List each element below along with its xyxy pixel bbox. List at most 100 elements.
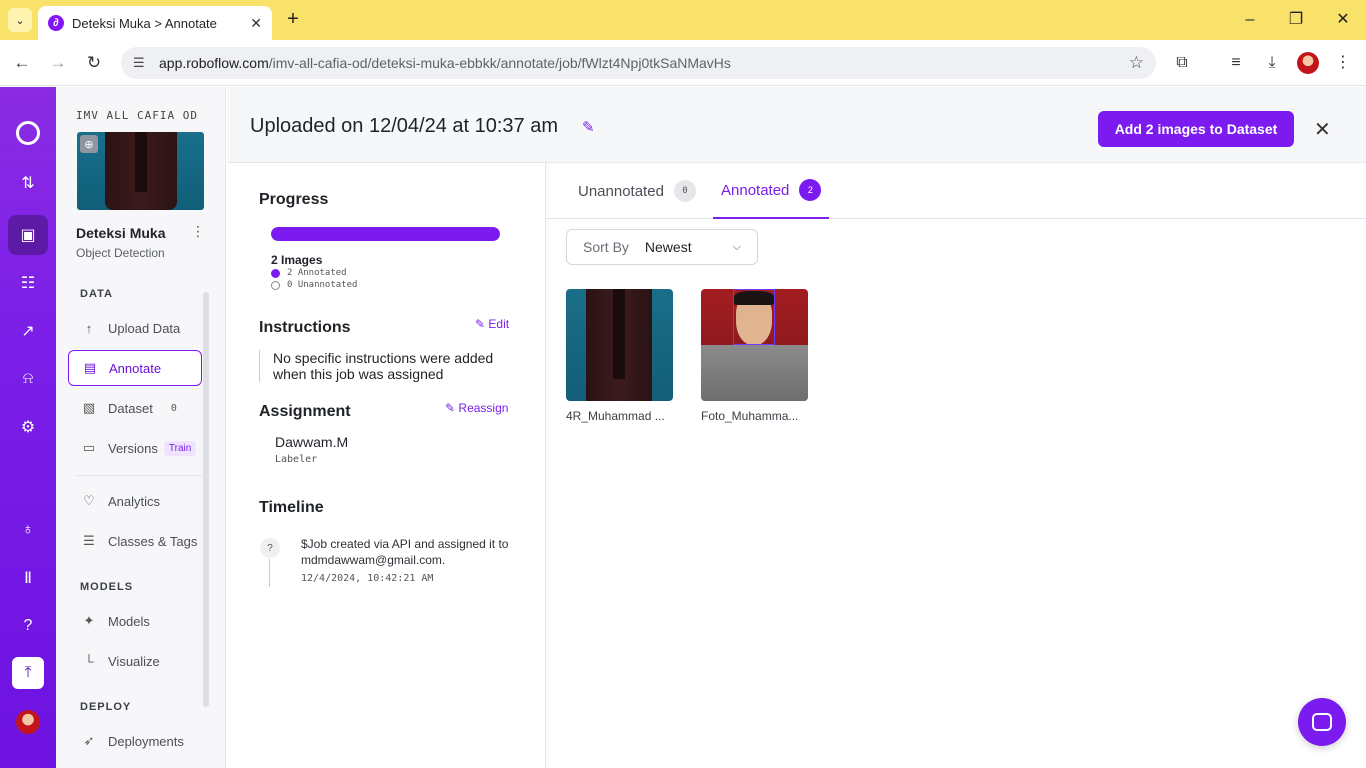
- browser-profile-avatar[interactable]: [1297, 52, 1319, 74]
- analytics-chart-icon[interactable]: ↗: [8, 311, 48, 351]
- site-settings-icon[interactable]: ☰: [133, 55, 151, 71]
- annotated-count-badge: 2: [799, 179, 822, 201]
- library-books-icon[interactable]: Ⅱ: [8, 558, 48, 598]
- download-icon[interactable]: ⤓: [1260, 51, 1284, 75]
- chevron-down-icon: ⌵: [732, 240, 741, 253]
- sidebar-item-label: Dataset: [108, 400, 153, 416]
- sidebar-item-models[interactable]: ✦ Models: [68, 603, 202, 639]
- sidebar-item-annotate[interactable]: ▤ Annotate: [68, 350, 202, 386]
- forward-icon[interactable]: →: [46, 51, 70, 75]
- image-thumbnail[interactable]: [566, 289, 673, 401]
- sidebar-item-classes-tags[interactable]: ☰ Classes & Tags: [68, 523, 202, 559]
- workflows-icon[interactable]: ☷: [8, 263, 48, 303]
- tab-close-icon[interactable]: ✕: [250, 15, 262, 32]
- project-menu-icon[interactable]: ⋮: [191, 223, 205, 240]
- transfer-icon[interactable]: ⇅: [8, 163, 48, 203]
- image-filename: Foto_Muhamma...: [701, 409, 799, 423]
- project-thumbnail[interactable]: ⊕: [77, 132, 204, 210]
- window-close-icon[interactable]: ✕: [1331, 8, 1355, 32]
- upload-icon[interactable]: ⤒: [12, 657, 44, 689]
- tab-annotated[interactable]: Annotated 2: [713, 163, 830, 219]
- instructions-text: No specific instructions were added when…: [259, 350, 509, 382]
- unannotated-legend: 0 Unannotated: [271, 280, 357, 290]
- roboflow-logo-icon[interactable]: [8, 113, 48, 153]
- browser-toolbar: ← → ↻ ☰ app.roboflow.com/imv-all-cafia-o…: [0, 40, 1366, 86]
- address-bar[interactable]: ☰ app.roboflow.com/imv-all-cafia-od/dete…: [121, 47, 1156, 79]
- sidebar-item-analytics[interactable]: ♡ Analytics: [68, 483, 202, 519]
- unannotated-dot-icon: [271, 280, 280, 290]
- edit-title-icon[interactable]: ✎: [582, 118, 595, 136]
- roboflow-favicon-icon: ∂: [48, 15, 64, 31]
- bookmark-star-icon[interactable]: ☆: [1129, 53, 1144, 73]
- project-title: Deteksi Muka: [76, 225, 166, 241]
- chat-bubble-icon: [1312, 713, 1332, 731]
- sidebar-item-label: Deployments: [108, 733, 184, 749]
- app-rail: ⇅ ▣ ☷ ↗ ⍾ ⚙ ♁ Ⅱ ? ⤒: [0, 87, 56, 768]
- image-icon: ▧: [82, 400, 96, 415]
- sidebar-item-label: Versions: [108, 440, 158, 456]
- browser-menu-icon[interactable]: ⋮: [1331, 51, 1355, 75]
- add-images-to-dataset-button[interactable]: Add 2 images to Dataset: [1098, 111, 1294, 147]
- sidebar-item-upload-data[interactable]: ↑ Upload Data: [68, 310, 202, 346]
- unannotated-legend-label: 0 Unannotated: [287, 280, 358, 290]
- sort-by-value: Newest: [644, 239, 692, 255]
- reassign-link[interactable]: ✎ Reassign: [445, 401, 508, 415]
- workspace-name: IMV ALL CAFIA OD: [76, 109, 198, 122]
- user-avatar[interactable]: [16, 710, 40, 734]
- timeline-heading: Timeline: [259, 499, 324, 516]
- close-icon[interactable]: ✕: [1314, 117, 1331, 142]
- universe-icon[interactable]: ♁: [8, 510, 48, 550]
- tab-unannotated[interactable]: Unannotated 0: [578, 163, 696, 219]
- project-type: Object Detection: [76, 246, 165, 260]
- help-icon[interactable]: ?: [8, 606, 48, 646]
- heart-pulse-icon: ♡: [83, 493, 95, 508]
- reassign-label: Reassign: [458, 401, 509, 415]
- versions-icon: ▭: [82, 440, 96, 455]
- minimize-icon[interactable]: –: [1238, 8, 1262, 32]
- notifications-bell-icon[interactable]: ⍾: [8, 359, 48, 399]
- reload-icon[interactable]: ↻: [82, 51, 106, 75]
- sidebar-item-visualize[interactable]: └ Visualize: [68, 643, 202, 679]
- media-controls-icon[interactable]: ≡: [1224, 51, 1248, 75]
- annotated-dot-icon: [271, 268, 280, 278]
- timeline-line: [269, 559, 270, 587]
- sidebar-item-label: Upload Data: [108, 320, 181, 336]
- new-tab-icon[interactable]: +: [283, 8, 303, 32]
- tab-search-chevron-icon[interactable]: ⌄: [8, 8, 32, 32]
- image-thumbnail[interactable]: [701, 289, 808, 401]
- progress-heading: Progress: [259, 191, 329, 208]
- progress-bar-fill: [271, 227, 500, 241]
- sidebar-scrollbar[interactable]: [203, 292, 209, 707]
- sidebar-item-dataset[interactable]: ▧ Dataset 0: [68, 390, 202, 426]
- page-title: Uploaded on 12/04/24 at 10:37 am: [250, 115, 559, 137]
- settings-gear-icon[interactable]: ⚙: [8, 407, 48, 447]
- image-filename: 4R_Muhammad ...: [566, 409, 665, 423]
- image-card[interactable]: Foto_Muhamma...: [701, 289, 808, 423]
- upload-arrow-icon: ↑: [85, 320, 93, 336]
- annotated-legend: 2 Annotated: [271, 268, 347, 278]
- browser-tab-bar: ⌄ ∂ Deteksi Muka > Annotate ✕ + – ❐ ✕: [0, 0, 1366, 40]
- images-total: 2 Images: [271, 253, 323, 267]
- back-icon[interactable]: ←: [10, 51, 34, 75]
- sidebar-item-versions[interactable]: ▭ Versions Train: [68, 430, 202, 466]
- image-card[interactable]: 4R_Muhammad ...: [566, 289, 673, 423]
- visualize-chart-icon: └: [84, 653, 94, 669]
- sidebar-item-deployments[interactable]: ➶ Deployments: [68, 723, 202, 759]
- sort-by-select[interactable]: Sort By Newest ⌵: [566, 229, 758, 265]
- unannotated-count-badge: 0: [673, 180, 696, 202]
- edit-instructions-link[interactable]: ✎ Edit: [475, 317, 509, 331]
- timeline-question-icon: ?: [260, 538, 280, 558]
- timeline-event-time: 12/4/2024, 10:42:21 AM: [301, 573, 434, 584]
- projects-inbox-icon[interactable]: ▣: [8, 215, 48, 255]
- sort-by-label: Sort By: [583, 239, 629, 255]
- restore-icon[interactable]: ❐: [1284, 8, 1308, 32]
- extensions-icon[interactable]: ⧉: [1170, 51, 1194, 75]
- edit-label: Edit: [488, 317, 510, 331]
- dataset-count: 0: [170, 402, 177, 414]
- chat-support-button[interactable]: [1298, 698, 1346, 746]
- job-details-panel: Progress 2 Images 2 Annotated 0 Unannota…: [227, 163, 546, 768]
- job-header: Uploaded on 12/04/24 at 10:37 am ✎ Add 2…: [227, 87, 1366, 163]
- browser-tab[interactable]: ∂ Deteksi Muka > Annotate ✕: [38, 6, 272, 40]
- sidebar-item-label: Annotate: [109, 360, 162, 376]
- assignment-heading: Assignment: [259, 403, 351, 420]
